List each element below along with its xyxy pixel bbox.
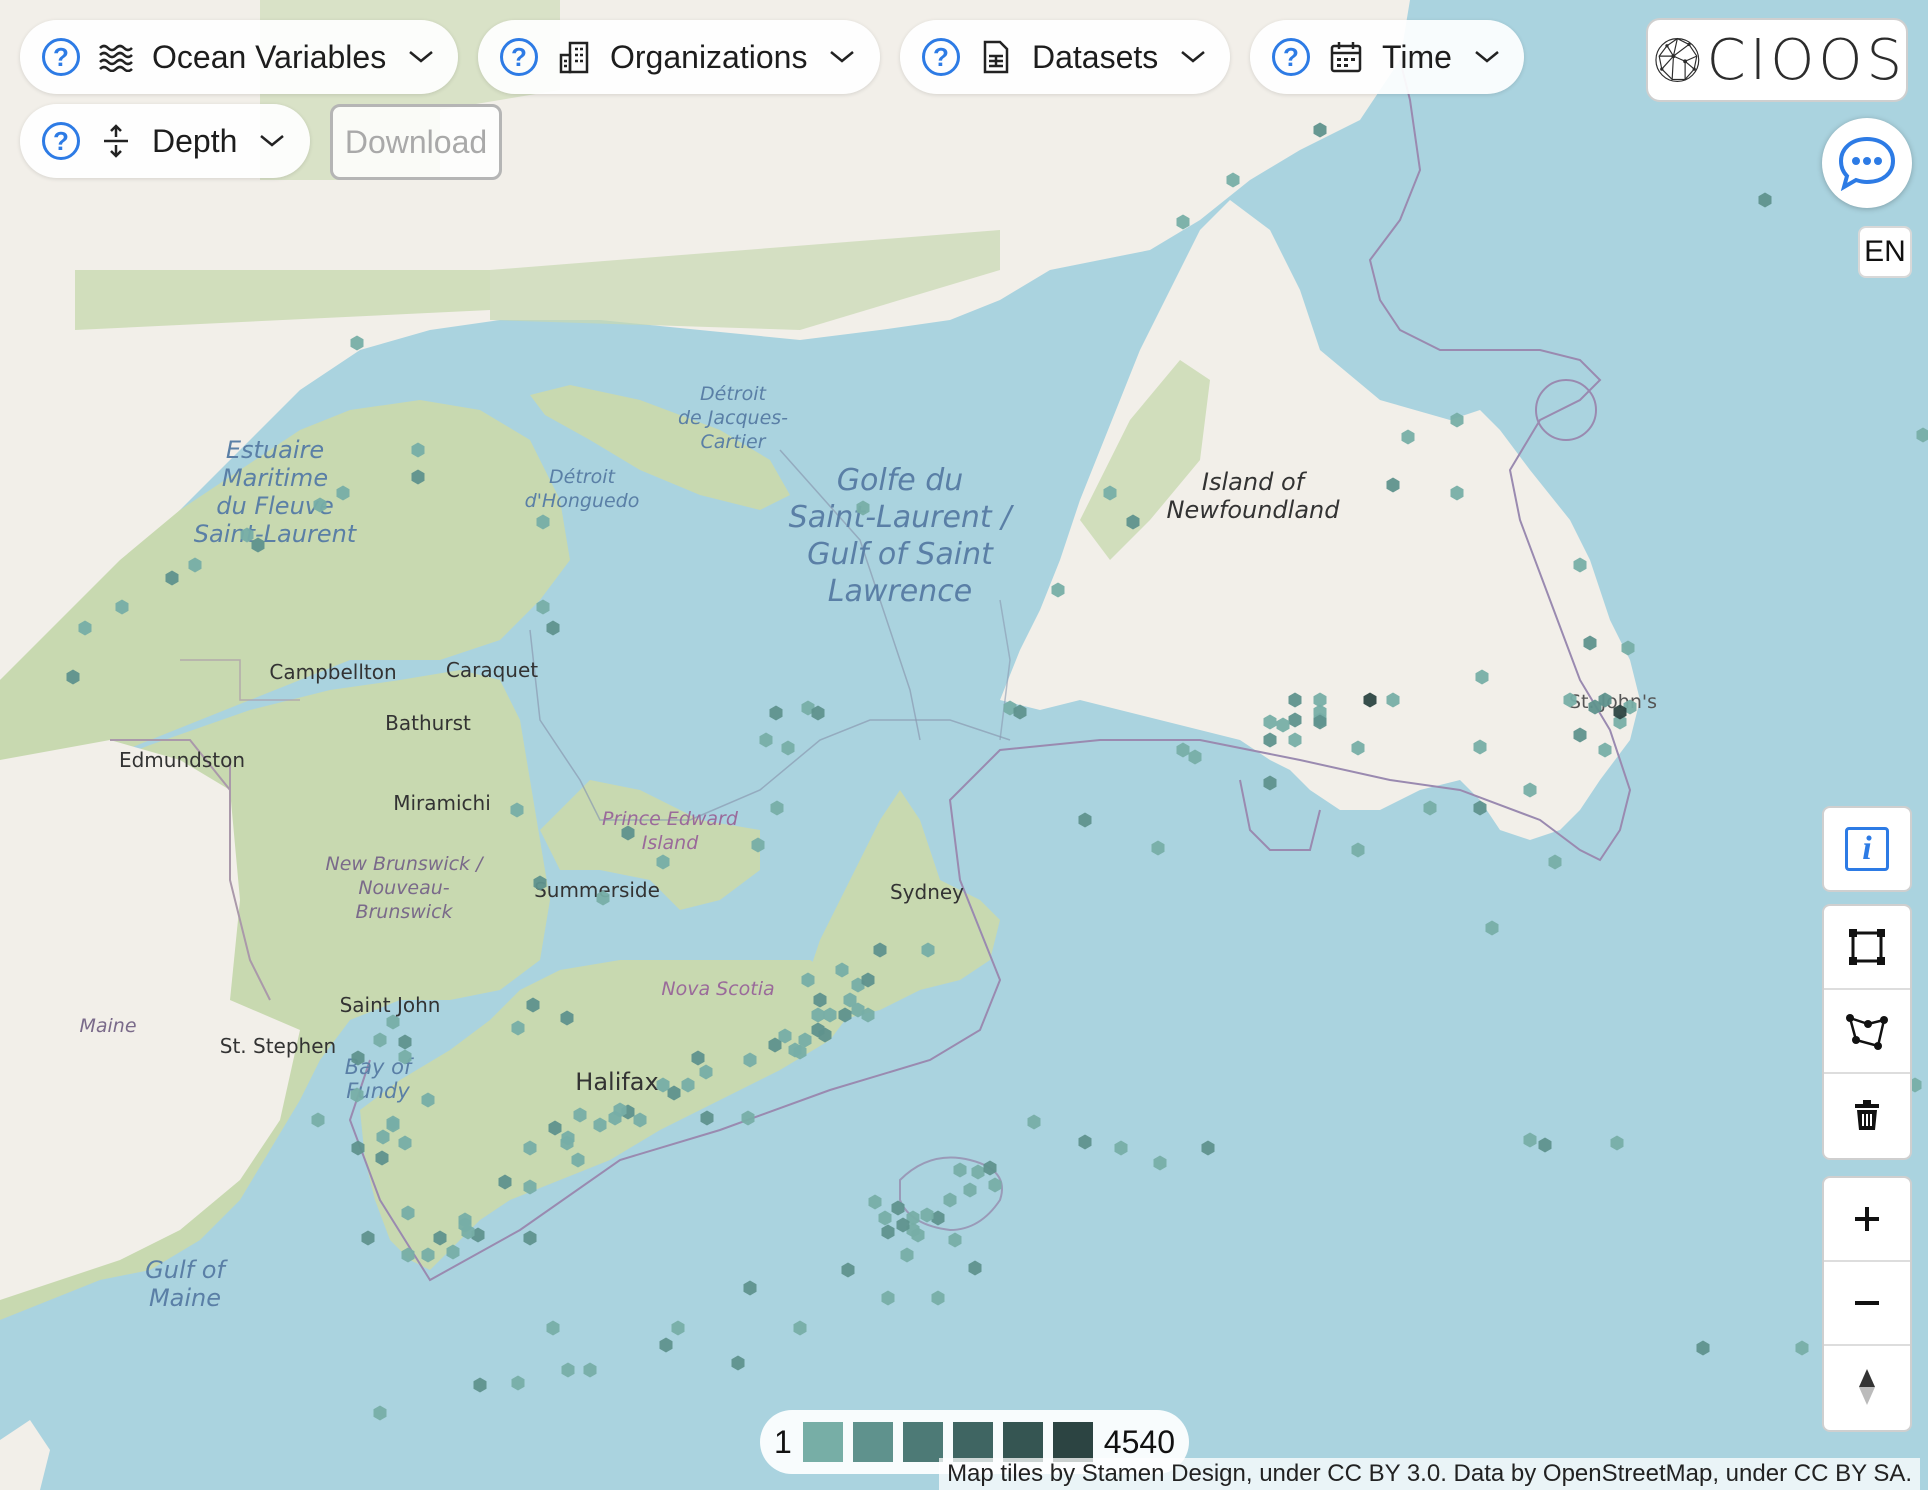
chevron-down-icon bbox=[409, 51, 433, 63]
city-campbellton: Campbellton bbox=[269, 660, 396, 684]
jacques-cartier-label-3: Cartier bbox=[701, 431, 767, 453]
chevron-down-icon bbox=[1181, 51, 1206, 63]
chevron-down-icon bbox=[1475, 51, 1499, 63]
reset-north-button[interactable] bbox=[1824, 1346, 1910, 1428]
legend-swatch bbox=[952, 1422, 993, 1462]
datasets-filter[interactable]: ? Datasets bbox=[900, 20, 1230, 94]
waves-icon bbox=[98, 39, 134, 75]
help-icon[interactable]: ? bbox=[42, 122, 80, 160]
compass-icon bbox=[1859, 1369, 1875, 1405]
maine-label: Maine bbox=[79, 1015, 136, 1037]
city-st-stephen: St. Stephen bbox=[220, 1034, 336, 1058]
language-toggle[interactable]: EN bbox=[1858, 226, 1912, 278]
depth-arrows-icon bbox=[98, 123, 134, 159]
pei-label-1: Prince Edward bbox=[602, 808, 739, 830]
polygon-icon bbox=[1846, 1014, 1888, 1050]
map-attribution: Map tiles by Stamen Design, under CC BY … bbox=[939, 1458, 1920, 1490]
city-st-johns: St. John's bbox=[1569, 691, 1657, 713]
draw-controls bbox=[1822, 904, 1912, 1160]
gulf-label-2: Saint-Laurent / bbox=[789, 500, 1015, 535]
legend-max: 4540 bbox=[1103, 1423, 1175, 1460]
organizations-label: Organizations bbox=[610, 38, 808, 75]
city-halifax: Halifax bbox=[575, 1068, 658, 1096]
logo-text: CIOOS bbox=[1706, 27, 1906, 93]
jacques-cartier-label-2: de Jacques- bbox=[678, 407, 788, 429]
zoom-controls bbox=[1822, 1176, 1912, 1432]
nb-label-3: Brunswick bbox=[355, 901, 453, 923]
help-icon[interactable]: ? bbox=[42, 38, 80, 76]
minus-icon bbox=[1855, 1301, 1879, 1305]
draw-rectangle-button[interactable] bbox=[1824, 906, 1910, 990]
gulf-label-3: Gulf of Saint bbox=[807, 537, 994, 572]
gulf-label-4: Lawrence bbox=[828, 574, 972, 609]
organizations-filter[interactable]: ? Organizations bbox=[478, 20, 880, 94]
depth-label: Depth bbox=[152, 122, 238, 159]
info-icon: i bbox=[1845, 827, 1889, 871]
datasets-label: Datasets bbox=[1032, 38, 1159, 75]
estuary-label-4: Saint-Laurent bbox=[194, 520, 358, 548]
help-icon[interactable]: ? bbox=[1272, 38, 1310, 76]
nb-label-1: New Brunswick / bbox=[325, 853, 485, 875]
chat-bubble-icon bbox=[1838, 136, 1896, 191]
newfoundland-label-2: Newfoundland bbox=[1167, 496, 1341, 524]
chevron-down-icon bbox=[260, 135, 285, 147]
map-canvas[interactable]: Estuaire Maritime du Fleuve Saint-Lauren… bbox=[0, 0, 1928, 1490]
building-icon bbox=[556, 39, 592, 75]
city-caraquet: Caraquet bbox=[446, 658, 538, 682]
depth-filter[interactable]: ? Depth bbox=[20, 104, 310, 178]
chevron-down-icon bbox=[830, 51, 855, 63]
info-control[interactable]: i bbox=[1822, 806, 1912, 892]
legend-swatch bbox=[1052, 1422, 1093, 1462]
city-edmundston: Edmundston bbox=[119, 748, 245, 772]
gulf-label-1: Golfe du bbox=[837, 463, 964, 498]
gulf-of-maine-label-2: Maine bbox=[149, 1284, 221, 1312]
legend-min: 1 bbox=[774, 1423, 792, 1460]
calendar-icon bbox=[1328, 39, 1364, 75]
city-sydney: Sydney bbox=[890, 880, 964, 904]
newfoundland-label-1: Island of bbox=[1202, 468, 1308, 496]
help-icon[interactable]: ? bbox=[922, 38, 960, 76]
file-spreadsheet-icon bbox=[978, 39, 1014, 75]
legend-swatch bbox=[902, 1422, 943, 1462]
cioos-logo[interactable]: CIOOS bbox=[1646, 18, 1908, 102]
gulf-of-maine-label-1: Gulf of bbox=[145, 1256, 228, 1284]
nova-scotia-label: Nova Scotia bbox=[661, 978, 774, 1000]
rectangle-icon bbox=[1849, 929, 1885, 965]
honguedo-label-2: d'Honguedo bbox=[525, 490, 640, 512]
nb-label-2: Nouveau- bbox=[358, 877, 449, 899]
geodesic-sphere-icon bbox=[1655, 37, 1700, 82]
zoom-in-button[interactable] bbox=[1824, 1178, 1910, 1262]
ocean-variables-label: Ocean Variables bbox=[152, 38, 387, 75]
city-bathurst: Bathurst bbox=[385, 711, 471, 735]
ocean-variables-filter[interactable]: ? Ocean Variables bbox=[20, 20, 458, 94]
legend-swatch bbox=[852, 1422, 893, 1462]
estuary-label-2: Maritime bbox=[222, 464, 328, 492]
plus-icon bbox=[1855, 1207, 1879, 1231]
download-button[interactable]: Download bbox=[330, 104, 502, 180]
estuary-label-1: Estuaire bbox=[226, 436, 324, 464]
zoom-out-button[interactable] bbox=[1824, 1262, 1910, 1346]
chat-button[interactable] bbox=[1822, 118, 1912, 208]
help-icon[interactable]: ? bbox=[500, 38, 538, 76]
draw-polygon-button[interactable] bbox=[1824, 990, 1910, 1074]
pei-label-2: Island bbox=[642, 832, 699, 854]
legend-swatch bbox=[802, 1422, 843, 1462]
honguedo-label-1: Détroit bbox=[549, 466, 616, 488]
legend-swatch bbox=[1002, 1422, 1043, 1462]
city-saint-john: Saint John bbox=[340, 993, 441, 1017]
trash-icon bbox=[1855, 1100, 1879, 1130]
jacques-cartier-label-1: Détroit bbox=[700, 383, 767, 405]
delete-shape-button[interactable] bbox=[1824, 1074, 1910, 1156]
time-label: Time bbox=[1382, 38, 1452, 75]
time-filter[interactable]: ? Time bbox=[1250, 20, 1524, 94]
city-miramichi: Miramichi bbox=[393, 791, 491, 815]
